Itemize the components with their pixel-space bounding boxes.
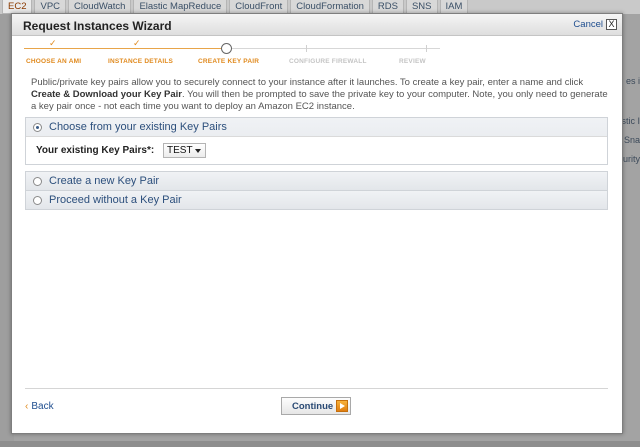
- service-tab-iam[interactable]: IAM: [439, 0, 469, 14]
- service-tab-sns[interactable]: SNS: [405, 0, 438, 14]
- service-tab-cloudfront[interactable]: CloudFront: [229, 0, 289, 14]
- cancel-control: Cancel X: [573, 19, 617, 30]
- key-pair-description: Public/private key pairs allow you to se…: [31, 77, 611, 113]
- footer-divider: [25, 388, 608, 389]
- service-tab-cloudformation[interactable]: CloudFormation: [290, 0, 370, 14]
- progress-track: [24, 48, 440, 49]
- option-none-label[interactable]: Proceed without a Key Pair: [49, 194, 182, 206]
- step-choose-ami: CHOOSE AN AMI: [26, 58, 82, 65]
- cancel-link[interactable]: Cancel: [573, 19, 603, 30]
- step-instance-details: INSTANCE DETAILS: [108, 58, 174, 65]
- radio-existing-key-pairs[interactable]: [33, 122, 42, 132]
- option-existing-label[interactable]: Choose from your existing Key Pairs: [49, 121, 227, 133]
- step-create-key-pair: CREATE KEY PAIR: [198, 58, 260, 65]
- intro-bold: Create & Download your Key Pair: [31, 89, 182, 100]
- step-tick: [306, 45, 307, 52]
- console-fragment: Sna: [623, 135, 640, 145]
- wizard-title: Request Instances Wizard: [23, 19, 172, 33]
- console-fragment: urity: [622, 154, 640, 164]
- option-create-label[interactable]: Create a new Key Pair: [49, 175, 159, 187]
- service-tab-emr[interactable]: Elastic MapReduce: [133, 0, 228, 14]
- back-label: Back: [31, 401, 54, 412]
- continue-label: Continue: [292, 401, 334, 412]
- close-icon[interactable]: X: [606, 19, 617, 30]
- step-complete-check-icon: ✓: [49, 38, 57, 48]
- step-complete-check-icon: ✓: [133, 38, 141, 48]
- step-tick: [426, 45, 427, 52]
- request-instances-wizard: Request Instances Wizard Cancel X ✓ ✓ CH…: [11, 13, 623, 434]
- key-pair-selected-value: TEST: [167, 145, 193, 156]
- chevron-left-icon: ‹: [25, 401, 29, 412]
- option-existing-key-pairs: Choose from your existing Key Pairs Your…: [25, 117, 608, 165]
- service-tab-rds[interactable]: RDS: [371, 0, 404, 14]
- service-tab-vpc[interactable]: VPC: [34, 0, 67, 14]
- service-tab-bar: EC2 VPC CloudWatch Elastic MapReduce Clo…: [0, 0, 640, 14]
- option-create-key-pair: Create a new Key Pair: [25, 171, 608, 191]
- key-pair-select[interactable]: TEST: [163, 143, 206, 158]
- dropdown-arrow-icon: [195, 149, 201, 153]
- option-existing-header[interactable]: Choose from your existing Key Pairs: [26, 118, 607, 136]
- existing-key-pairs-label: Your existing Key Pairs*:: [36, 145, 155, 156]
- console-fragment: stic I: [621, 116, 640, 126]
- console-fragment: es i: [625, 76, 640, 86]
- back-link[interactable]: ‹ Back: [25, 401, 54, 412]
- step-configure-firewall: CONFIGURE FIREWALL: [289, 58, 367, 65]
- arrow-right-icon: [336, 400, 348, 412]
- wizard-header: Request Instances Wizard Cancel X: [12, 14, 622, 36]
- console-bottom-bar: [0, 441, 640, 447]
- current-step-marker-icon: [221, 43, 232, 54]
- existing-key-pairs-panel: Your existing Key Pairs*: TEST: [26, 136, 607, 164]
- radio-create-key-pair[interactable]: [33, 176, 42, 186]
- option-no-key-pair: Proceed without a Key Pair: [25, 190, 608, 210]
- intro-text-1: Public/private key pairs allow you to se…: [31, 77, 584, 88]
- option-none-header[interactable]: Proceed without a Key Pair: [26, 191, 607, 209]
- service-tab-ec2[interactable]: EC2: [2, 0, 33, 14]
- service-tab-cloudwatch[interactable]: CloudWatch: [68, 0, 132, 14]
- radio-no-key-pair[interactable]: [33, 195, 42, 205]
- option-create-header[interactable]: Create a new Key Pair: [26, 172, 607, 190]
- step-review: REVIEW: [399, 58, 426, 65]
- continue-button[interactable]: Continue: [281, 397, 351, 415]
